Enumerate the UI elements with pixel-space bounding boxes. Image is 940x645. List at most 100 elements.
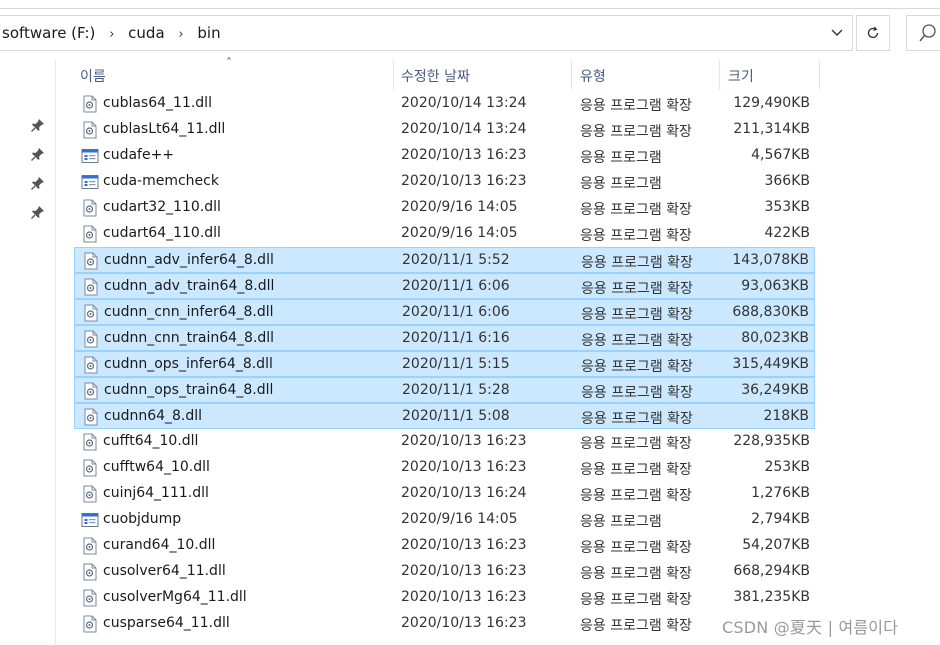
file-row[interactable]: cuinj64_111.dll 2020/10/13 16:24 응용 프로그램 확… <box>74 481 815 507</box>
exe-file-icon <box>81 147 99 165</box>
dll-file-icon <box>81 433 99 451</box>
file-row[interactable]: cusparse64_11.dll 2020/10/13 16:23 응용 프로그램… <box>74 611 815 637</box>
file-row[interactable]: cuda-memcheck 2020/10/13 16:23 응용 프로그램 366K… <box>74 169 815 195</box>
column-header-size[interactable]: 크기 <box>720 60 820 90</box>
file-size: 353KB <box>764 199 810 215</box>
file-row[interactable]: cudnn_ops_infer64_8.dll 2020/11/1 5:15 응용 … <box>74 351 815 377</box>
file-row[interactable]: cusolver64_11.dll 2020/10/13 16:23 응용 프로그램… <box>74 559 815 585</box>
file-date: 2020/10/13 16:23 <box>401 433 527 449</box>
address-bar[interactable]: software (F:) › cuda › bin <box>0 15 853 51</box>
top-divider <box>0 8 940 9</box>
search-icon <box>919 24 936 42</box>
file-name: cuinj64_111.dll <box>103 485 209 501</box>
file-row[interactable]: cublas64_11.dll 2020/10/14 13:24 응용 프로그램 확… <box>74 91 815 117</box>
file-date: 2020/10/14 13:24 <box>401 95 527 111</box>
dll-file-icon <box>82 278 100 296</box>
file-row[interactable]: cudart32_110.dll 2020/9/16 14:05 응용 프로그램 확… <box>74 195 815 221</box>
file-name: cudart64_110.dll <box>103 225 221 241</box>
exe-file-icon <box>81 173 99 191</box>
file-date: 2020/10/13 16:23 <box>401 173 527 189</box>
file-date: 2020/11/1 6:16 <box>402 330 510 346</box>
column-header-name[interactable]: ˄ 이름 <box>74 56 394 90</box>
nav-pane-divider[interactable] <box>55 60 56 645</box>
file-size: 143,078KB <box>732 252 809 268</box>
file-row[interactable]: cudnn_cnn_train64_8.dll 2020/11/1 6:16 응용 … <box>74 325 815 351</box>
file-type: 응용 프로그램 확장 <box>581 281 693 297</box>
file-size: 315,449KB <box>732 356 809 372</box>
file-date: 2020/11/1 5:52 <box>402 252 510 268</box>
file-date: 2020/10/13 16:23 <box>401 615 527 631</box>
address-history-button[interactable] <box>820 16 853 50</box>
pin-icon[interactable] <box>30 117 52 139</box>
file-row[interactable]: cudart64_110.dll 2020/9/16 14:05 응용 프로그램 확… <box>74 221 815 247</box>
file-row[interactable]: cufft64_10.dll 2020/10/13 16:23 응용 프로그램 확장… <box>74 429 815 455</box>
refresh-icon <box>867 26 879 39</box>
file-row[interactable]: cudafe++ 2020/10/13 16:23 응용 프로그램 4,567KB <box>74 143 815 169</box>
file-row[interactable]: cudnn_cnn_infer64_8.dll 2020/11/1 6:06 응용 … <box>74 299 815 325</box>
file-date: 2020/11/1 5:28 <box>402 382 510 398</box>
file-row[interactable]: cudnn64_8.dll 2020/11/1 5:08 응용 프로그램 확장 218… <box>74 403 815 429</box>
breadcrumb-drive[interactable]: software (F:) <box>2 24 95 42</box>
file-size: 2,794KB <box>751 511 810 527</box>
file-name: cufft64_10.dll <box>103 433 199 449</box>
pin-icon[interactable] <box>30 146 52 168</box>
dll-file-icon <box>82 408 100 426</box>
dll-file-icon <box>81 199 99 217</box>
file-type: 응용 프로그램 확장 <box>580 124 692 140</box>
refresh-button[interactable] <box>856 15 890 51</box>
column-header-type-label: 유형 <box>580 69 606 85</box>
file-date: 2020/10/13 16:23 <box>401 147 527 163</box>
column-header-type[interactable]: 유형 <box>572 60 720 90</box>
file-size: 4,567KB <box>751 147 810 163</box>
chevron-right-icon[interactable]: › <box>109 27 114 42</box>
file-size: 36,249KB <box>741 382 809 398</box>
file-date: 2020/10/14 13:24 <box>401 121 527 137</box>
file-size: 253KB <box>764 459 810 475</box>
file-type: 응용 프로그램 확장 <box>580 98 692 114</box>
file-size: 1,276KB <box>751 485 810 501</box>
file-type: 응용 프로그램 확장 <box>580 488 692 504</box>
file-name: cudnn_adv_train64_8.dll <box>104 278 275 294</box>
file-row[interactable]: cufftw64_10.dll 2020/10/13 16:23 응용 프로그램 확… <box>74 455 815 481</box>
file-row[interactable]: cudnn_adv_infer64_8.dll 2020/11/1 5:52 응용 … <box>74 247 815 273</box>
file-size: 80,023KB <box>741 330 809 346</box>
file-row[interactable]: cublasLt64_11.dll 2020/10/14 13:24 응용 프로그램… <box>74 117 815 143</box>
breadcrumb-bin[interactable]: bin <box>197 24 220 42</box>
file-size: 366KB <box>764 173 810 189</box>
file-name: cudnn64_8.dll <box>104 408 203 424</box>
file-date: 2020/9/16 14:05 <box>401 199 518 215</box>
column-header-name-label: 이름 <box>80 69 106 85</box>
file-name: cublas64_11.dll <box>103 95 212 111</box>
pin-icon[interactable] <box>30 204 52 226</box>
file-row[interactable]: cudnn_adv_train64_8.dll 2020/11/1 6:06 응용 … <box>74 273 815 299</box>
file-size: 668,294KB <box>733 563 810 579</box>
file-name: cudnn_adv_infer64_8.dll <box>104 252 274 268</box>
file-row[interactable]: cudnn_ops_train64_8.dll 2020/11/1 5:28 응용 … <box>74 377 815 403</box>
file-row[interactable]: curand64_10.dll 2020/10/13 16:23 응용 프로그램 확… <box>74 533 815 559</box>
file-row[interactable]: cuobjdump 2020/9/16 14:05 응용 프로그램 2,794KB <box>74 507 815 533</box>
file-size: 129,490KB <box>733 95 810 111</box>
chevron-right-icon[interactable]: › <box>178 27 183 42</box>
file-name: cudnn_cnn_train64_8.dll <box>104 330 275 346</box>
file-type: 응용 프로그램 <box>580 514 662 530</box>
file-type: 응용 프로그램 확장 <box>580 436 692 452</box>
file-row[interactable]: cusolverMg64_11.dll 2020/10/13 16:23 응용 프로… <box>74 585 815 611</box>
dll-file-icon <box>82 382 100 400</box>
pin-icon[interactable] <box>30 175 52 197</box>
column-header-date[interactable]: 수정한 날짜 <box>394 60 572 90</box>
file-date: 2020/10/13 16:23 <box>401 459 527 475</box>
file-size: 422KB <box>764 225 810 241</box>
breadcrumb: software (F:) › cuda › bin <box>2 24 221 42</box>
file-type: 응용 프로그램 <box>580 176 662 192</box>
file-date: 2020/11/1 6:06 <box>402 304 510 320</box>
breadcrumb-cuda[interactable]: cuda <box>128 24 164 42</box>
file-size: 93,063KB <box>741 278 809 294</box>
file-name: cudafe++ <box>103 147 175 163</box>
file-type: 응용 프로그램 확장 <box>580 202 692 218</box>
dll-file-icon <box>82 304 100 322</box>
search-box[interactable] <box>906 15 940 51</box>
file-name: cusolver64_11.dll <box>103 563 226 579</box>
file-size: 218KB <box>763 408 809 424</box>
file-date: 2020/10/13 16:23 <box>401 537 527 553</box>
file-type: 응용 프로그램 확장 <box>580 540 692 556</box>
